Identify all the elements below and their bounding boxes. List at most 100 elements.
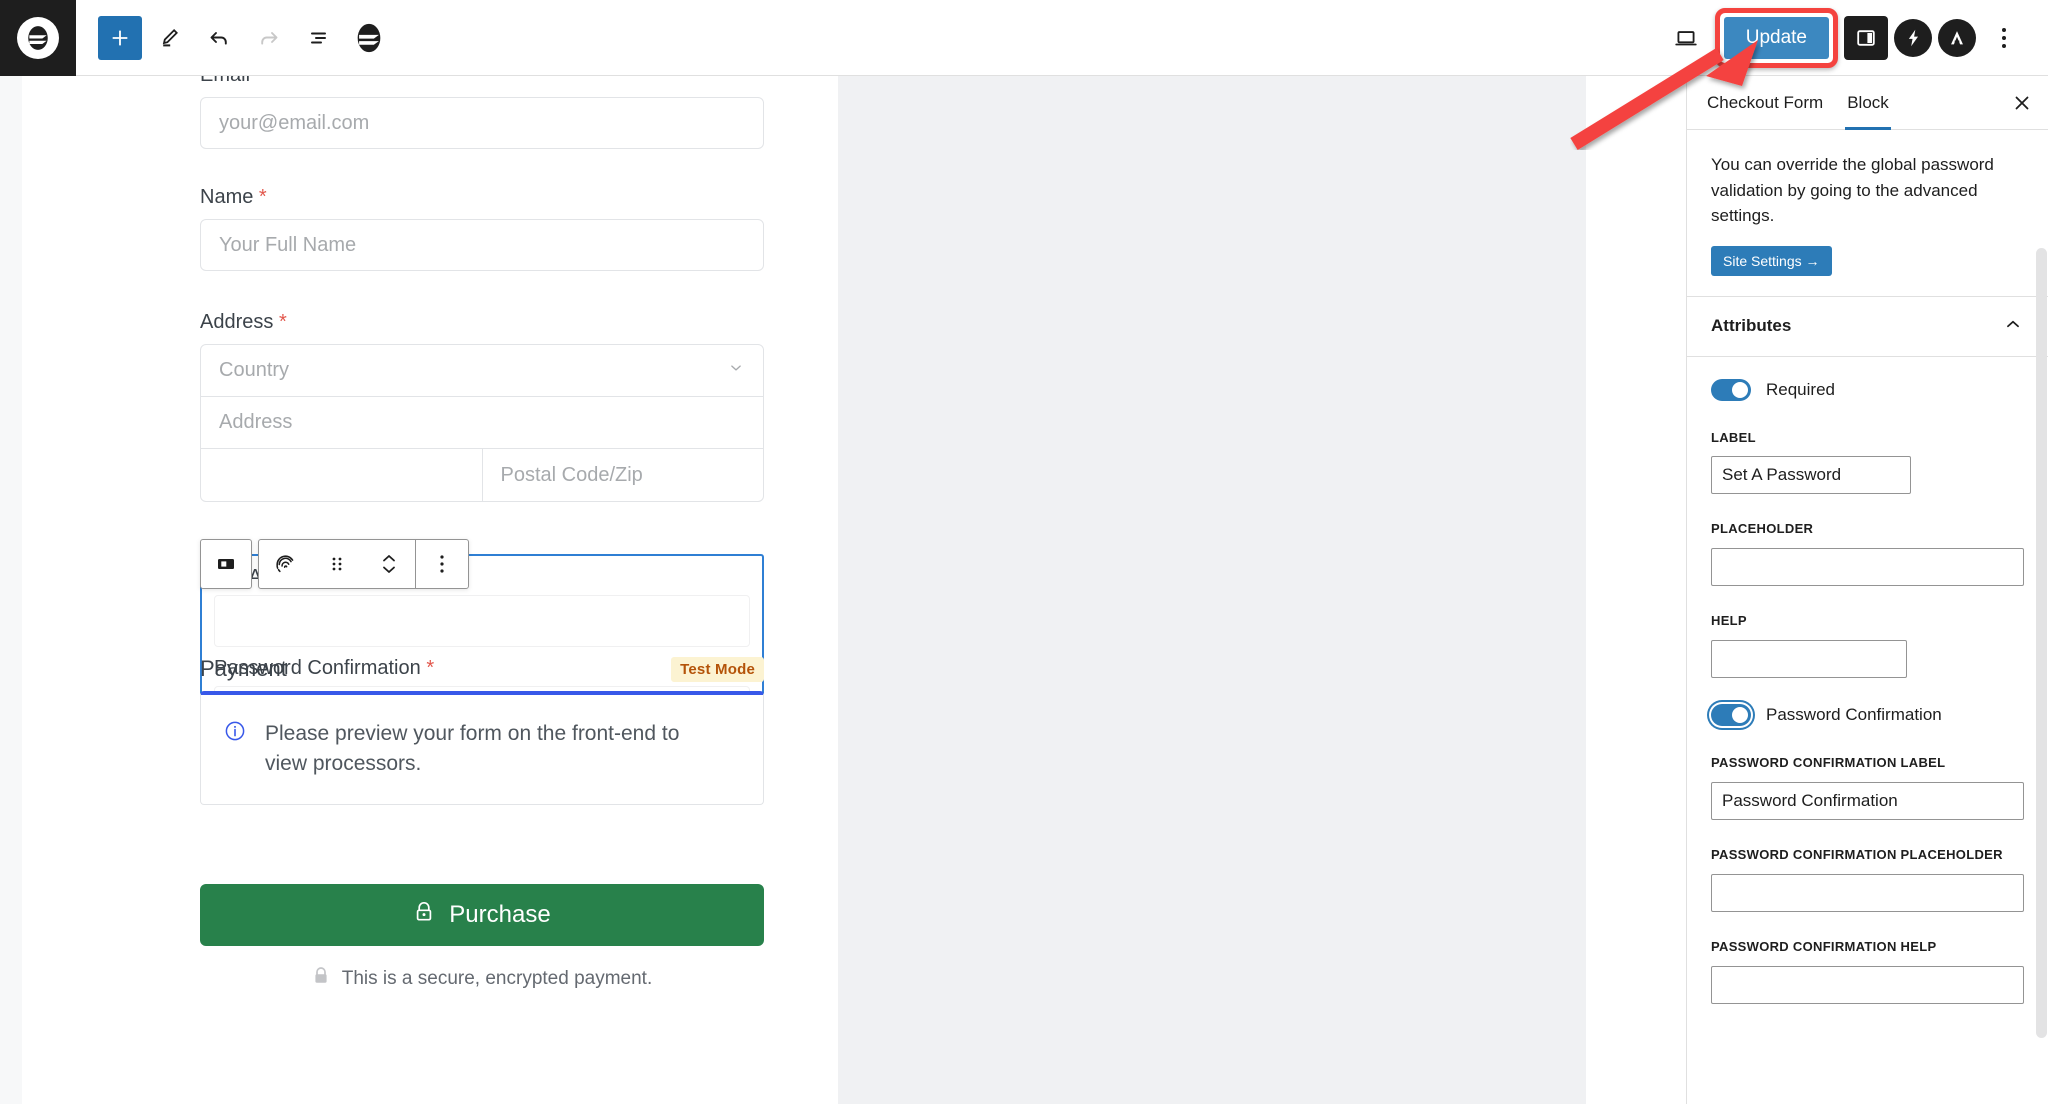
undo-arrow-icon [210, 31, 227, 45]
label-input[interactable]: Set A Password [1711, 456, 1911, 495]
payment-header: Payment Test Mode [200, 656, 764, 682]
laptop-preview-icon [1675, 30, 1697, 45]
settings-sidebar-toggle-button[interactable] [1844, 15, 1888, 60]
tab-checkout-form[interactable]: Checkout Form [1695, 76, 1835, 129]
sidebar-tabs: Checkout Form Block [1687, 76, 2048, 130]
password-confirmation-toggle-label: Password Confirmation [1766, 705, 1942, 725]
editor-canvas[interactable]: Email your@email.com Name * Your Full Na… [22, 76, 1686, 1104]
block-icon-button[interactable] [259, 539, 311, 589]
add-block-button[interactable] [98, 15, 142, 60]
top-bar-left-tools [76, 15, 392, 61]
site-logo-button[interactable] [0, 0, 76, 76]
city-input[interactable] [201, 449, 483, 501]
chevron-down-icon [727, 359, 745, 383]
update-button[interactable]: Update [1723, 16, 1829, 59]
payment-notice-text: Please preview your form on the front-en… [265, 722, 680, 776]
block-toolbar [200, 539, 469, 589]
label-control-label: Label [1711, 429, 1756, 445]
move-up-down-icon [383, 555, 395, 573]
required-toggle-label: Required [1766, 379, 1835, 399]
help-control-label: Help [1711, 613, 1747, 629]
analytics-plugin-button[interactable] [1938, 18, 1976, 57]
site-settings-button[interactable]: Site Settings → [1711, 245, 1832, 276]
country-select[interactable]: Country [201, 345, 763, 397]
purchase-button-label: Purchase [449, 901, 551, 928]
password-input[interactable] [214, 595, 750, 647]
editor-top-bar: Update [0, 0, 2048, 76]
placeholder-control-label: Placeholder [1711, 521, 1814, 537]
address-city-postal-row: Postal Code/Zip [201, 449, 763, 501]
canvas-background-pane [838, 76, 1586, 1104]
more-options-button[interactable] [1982, 16, 2026, 60]
chevron-up-icon [2002, 313, 2024, 340]
street-address-input[interactable]: Address [201, 397, 763, 449]
field-label: Email [200, 76, 764, 87]
country-placeholder: Country [219, 359, 290, 381]
password-confirmation-toggle[interactable] [1711, 704, 1751, 727]
required-toggle[interactable] [1711, 378, 1751, 401]
field-label-text: Email [200, 76, 250, 86]
postal-placeholder: Postal Code/Zip [500, 463, 643, 486]
redo-button[interactable] [246, 15, 292, 61]
confirmation-label-input-value: Password Confirmation [1722, 790, 1898, 810]
undo-button[interactable] [196, 15, 242, 61]
lightning-plugin-button[interactable] [1894, 18, 1932, 57]
help-control: Help [1711, 612, 2024, 679]
move-block-button[interactable] [363, 539, 415, 589]
confirmation-help-control-label: Password Confirmation Help [1711, 938, 1937, 954]
kebab-menu-icon [2002, 35, 2006, 40]
sureforms-logo-icon [357, 23, 381, 52]
placeholder-input[interactable] [1711, 548, 2024, 587]
block-options-button[interactable] [416, 539, 468, 589]
field-address: Address * Country Address Postal Code/Zi… [200, 311, 764, 502]
confirmation-help-input[interactable] [1711, 965, 2024, 1004]
name-placeholder: Your Full Name [219, 233, 357, 256]
required-toggle-row: Required [1711, 378, 2024, 401]
confirmation-placeholder-control-label: Password Confirmation Placeholder [1711, 846, 2003, 862]
block-options-icon [440, 555, 444, 573]
name-input[interactable]: Your Full Name [200, 219, 764, 271]
postal-code-input[interactable]: Postal Code/Zip [483, 449, 764, 501]
attributes-panel-title: Attributes [1711, 316, 1792, 335]
field-label: Name * [200, 186, 764, 209]
analytics-icon [1951, 30, 1963, 44]
confirmation-placeholder-control: Password Confirmation Placeholder [1711, 846, 2024, 912]
attributes-panel-body: Required Label Set A Password Placeholde… [1687, 357, 2048, 1060]
field-name: Name * Your Full Name [200, 186, 764, 271]
help-input[interactable] [1711, 640, 1907, 679]
list-view-button[interactable] [296, 15, 342, 61]
close-icon [2015, 96, 2029, 109]
drag-handle-button[interactable] [311, 539, 363, 589]
list-view-icon [311, 32, 326, 43]
attributes-panel-header[interactable]: Attributes [1687, 297, 2048, 357]
field-label-text: Name [200, 186, 254, 208]
drag-handle-icon [332, 557, 342, 571]
confirmation-label-control: Password Confirmation Label Password Con… [1711, 754, 2024, 820]
confirmation-label-input[interactable]: Password Confirmation [1711, 781, 2024, 820]
test-mode-badge: Test Mode [671, 657, 764, 682]
tab-block[interactable]: Block [1835, 76, 1901, 130]
padlock-icon [312, 966, 330, 992]
payment-section: Payment Test Mode Please preview your fo… [200, 656, 764, 805]
sidebar-scrollbar[interactable] [2036, 248, 2047, 1038]
editor-stage: Email your@email.com Name * Your Full Na… [0, 76, 2048, 1104]
address-group: Country Address Postal Code/Zip [200, 344, 764, 502]
lightning-bolt-icon [1908, 29, 1919, 46]
kebab-menu-icon [2002, 27, 2006, 32]
secure-payment-note: This is a secure, encrypted payment. [200, 966, 764, 992]
block-type-button[interactable] [200, 539, 252, 589]
password-validation-notice: You can override the global password val… [1687, 130, 2048, 297]
tools-pencil-button[interactable] [146, 15, 192, 61]
plugin-logo-button[interactable] [346, 15, 392, 61]
plus-icon [112, 30, 128, 45]
email-input[interactable]: your@email.com [200, 97, 764, 149]
notice-text: You can override the global password val… [1711, 155, 1994, 225]
fingerprint-icon [275, 554, 293, 572]
purchase-section: Purchase This is a secure, encrypted pay… [200, 884, 764, 992]
close-sidebar-button[interactable] [1996, 76, 2048, 129]
block-toolbar-group [258, 539, 469, 589]
purchase-button[interactable]: Purchase [200, 884, 764, 946]
preview-device-button[interactable] [1663, 15, 1709, 61]
confirmation-placeholder-input[interactable] [1711, 873, 2024, 912]
update-button-highlight: Update [1714, 7, 1838, 68]
